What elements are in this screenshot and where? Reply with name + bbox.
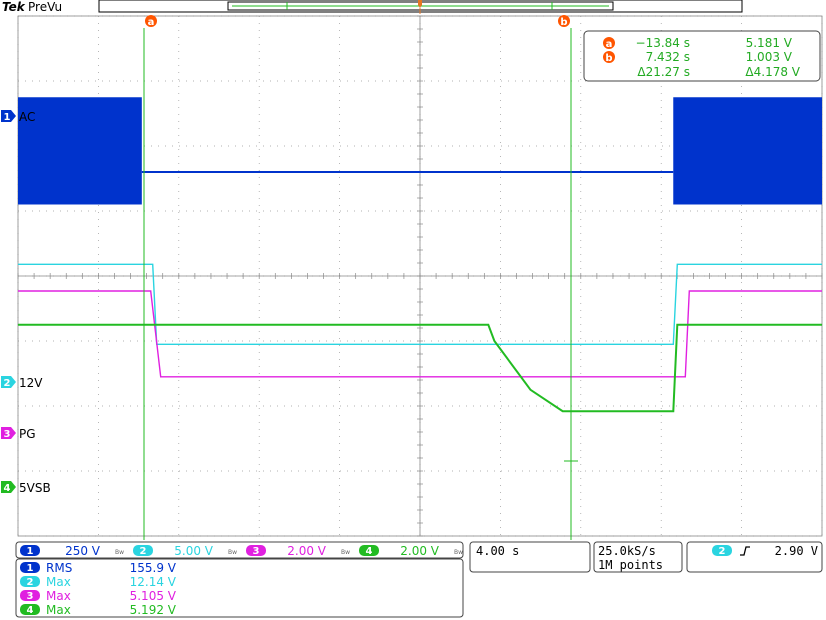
timebase-value: 4.00 s bbox=[476, 544, 519, 558]
channel-scale-value: 5.00 V bbox=[174, 544, 214, 558]
svg-text:b: b bbox=[605, 53, 612, 64]
acquisition-box[interactable]: 25.0kS/s 1M points bbox=[593, 541, 683, 573]
measurement-type: Max bbox=[46, 589, 71, 603]
svg-text:a: a bbox=[606, 39, 613, 50]
svg-text:1: 1 bbox=[27, 563, 34, 574]
svg-text:2: 2 bbox=[140, 546, 147, 557]
measurement-value: 155.9 V bbox=[130, 561, 177, 575]
trigger-box[interactable]: 2 2.90 V bbox=[686, 541, 823, 573]
trace-ac-band bbox=[673, 97, 822, 205]
measurement-value: 5.192 V bbox=[130, 603, 177, 617]
channel-scale-value: 2.00 V bbox=[287, 544, 327, 558]
measurement-type: RMS bbox=[46, 561, 72, 575]
cursor-b-label: b bbox=[560, 17, 567, 28]
record-length: 1M points bbox=[598, 558, 663, 572]
graticule bbox=[17, 15, 823, 537]
svg-text:4: 4 bbox=[27, 605, 34, 616]
channel-number: 1 bbox=[4, 112, 11, 123]
svg-text:3: 3 bbox=[253, 546, 260, 557]
cursor-b-time: 7.432 s bbox=[646, 50, 690, 64]
channel-label: 12V bbox=[19, 376, 43, 390]
channel-scale-value: 250 V bbox=[65, 544, 101, 558]
trigger-level: 2.90 V bbox=[775, 544, 818, 558]
cursor-b-value: 1.003 V bbox=[746, 50, 793, 64]
cursor-a[interactable]: a bbox=[143, 15, 157, 540]
channel-1-marker[interactable]: 1 AC bbox=[1, 110, 35, 124]
cursor-delta-time: Δ21.27 s bbox=[637, 65, 690, 79]
timebase-box[interactable]: 4.00 s bbox=[469, 541, 591, 573]
svg-text:1: 1 bbox=[27, 546, 34, 557]
channel-scale-value: 2.00 V bbox=[400, 544, 440, 558]
acquisition-mode: PreVu bbox=[28, 0, 62, 14]
svg-text:2: 2 bbox=[27, 577, 34, 588]
measurement-type: Max bbox=[46, 575, 71, 589]
channel-label: AC bbox=[19, 110, 35, 124]
trace-ac-band bbox=[18, 97, 142, 205]
svg-text:4: 4 bbox=[366, 546, 373, 557]
svg-text:3: 3 bbox=[27, 591, 34, 602]
channel-label: PG bbox=[19, 427, 36, 441]
cursor-delta-value: Δ4.178 V bbox=[745, 65, 800, 79]
bandwidth-limit-icon: Bw bbox=[228, 549, 237, 556]
oscilloscope-screen: Tek PreVu a b a −13.84 s 5.181 V b 7.432… bbox=[1, 0, 823, 618]
channel-3-marker[interactable]: 3 PG bbox=[1, 427, 36, 441]
channel-number: 2 bbox=[4, 378, 11, 389]
cursor-a-time: −13.84 s bbox=[636, 36, 690, 50]
cursor-readout: a −13.84 s 5.181 V b 7.432 s 1.003 V Δ21… bbox=[583, 30, 821, 82]
measurement-value: 5.105 V bbox=[130, 589, 177, 603]
svg-text:2: 2 bbox=[719, 546, 726, 557]
cursor-a-label: a bbox=[148, 17, 155, 28]
channel-number: 3 bbox=[4, 429, 11, 440]
brand-logo: Tek bbox=[2, 0, 26, 14]
channel-label: 5VSB bbox=[19, 481, 51, 495]
bandwidth-limit-icon: Bw bbox=[115, 549, 124, 556]
measurement-panel: 1 RMS 155.9 V 2 Max 12.14 V 3 Max 5.105 V 4 Max 5.1… bbox=[15, 558, 464, 618]
measurement-value: 12.14 V bbox=[130, 575, 177, 589]
record-overview-bar[interactable] bbox=[98, 0, 743, 14]
sample-rate: 25.0kS/s bbox=[598, 544, 656, 558]
channel-number: 4 bbox=[4, 483, 11, 494]
channel-scale-bar[interactable]: 1 250 V Bw 2 5.00 V Bw 3 2.00 V Bw 4 2.00 V Bw bbox=[15, 541, 464, 559]
bandwidth-limit-icon: Bw bbox=[341, 549, 350, 556]
cursor-a-value: 5.181 V bbox=[746, 36, 793, 50]
channel-2-marker[interactable]: 2 12V bbox=[1, 376, 43, 390]
channel-4-marker[interactable]: 4 5VSB bbox=[1, 481, 51, 495]
bandwidth-limit-icon: Bw bbox=[454, 549, 463, 556]
measurement-type: Max bbox=[46, 603, 71, 617]
